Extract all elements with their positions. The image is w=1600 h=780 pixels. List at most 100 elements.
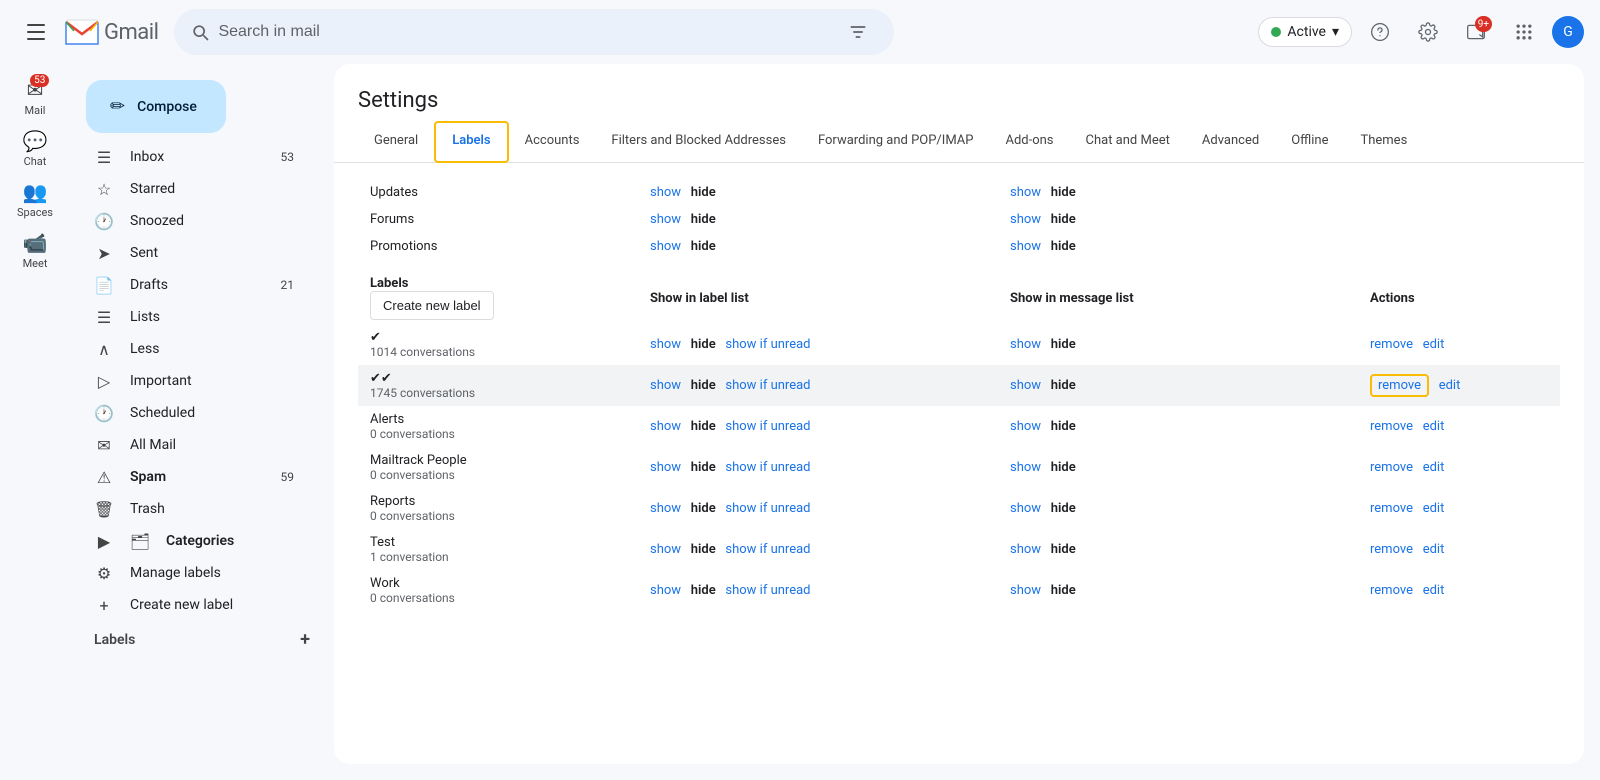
- check2-show-link[interactable]: show: [650, 378, 681, 393]
- sidebar-item-meet[interactable]: 📹 Meet: [0, 225, 70, 276]
- settings-button[interactable]: [1408, 12, 1448, 52]
- test-showifunread-link[interactable]: show if unread: [725, 542, 810, 557]
- check1-msg-hide-link[interactable]: hide: [1051, 337, 1076, 352]
- tab-forwarding[interactable]: Forwarding and POP/IMAP: [802, 121, 990, 163]
- sidebar-item-spam[interactable]: ⚠ Spam 59: [70, 461, 310, 493]
- sidebar-item-trash[interactable]: 🗑 Trash: [70, 493, 310, 525]
- test-edit-link[interactable]: edit: [1423, 542, 1445, 557]
- updates-hide-msg-link[interactable]: hide: [1051, 185, 1076, 200]
- sidebar-item-spaces[interactable]: 👥 Spaces: [0, 174, 70, 225]
- tab-filters[interactable]: Filters and Blocked Addresses: [595, 121, 802, 163]
- compose-button[interactable]: ✏ Compose: [86, 80, 226, 133]
- work-showifunread-link[interactable]: show if unread: [725, 583, 810, 598]
- forums-hide-label-link[interactable]: hide: [691, 212, 716, 227]
- work-show-link[interactable]: show: [650, 583, 681, 598]
- mailtrack-edit-link[interactable]: edit: [1423, 460, 1445, 475]
- test-show-link[interactable]: show: [650, 542, 681, 557]
- tab-themes[interactable]: Themes: [1344, 121, 1423, 163]
- test-hide-link[interactable]: hide: [691, 542, 716, 557]
- tab-offline[interactable]: Offline: [1275, 121, 1344, 163]
- mailtrack-msg-hide-link[interactable]: hide: [1051, 460, 1076, 475]
- tab-advanced[interactable]: Advanced: [1186, 121, 1275, 163]
- sidebar-item-create-label[interactable]: + Create new label: [70, 589, 310, 621]
- check2-showifunread-link[interactable]: show if unread: [725, 378, 810, 393]
- filter-options-button[interactable]: [838, 12, 878, 52]
- work-edit-link[interactable]: edit: [1423, 583, 1445, 598]
- work-hide-link[interactable]: hide: [691, 583, 716, 598]
- work-msg-show-link[interactable]: show: [1010, 583, 1041, 598]
- alerts-showifunread-link[interactable]: show if unread: [725, 419, 810, 434]
- sidebar-item-scheduled[interactable]: 🕐 Scheduled: [70, 397, 310, 429]
- alerts-msg-hide-link[interactable]: hide: [1051, 419, 1076, 434]
- check1-remove-link[interactable]: remove: [1370, 337, 1413, 352]
- reports-remove-link[interactable]: remove: [1370, 501, 1413, 516]
- updates-show-msg-link[interactable]: show: [1010, 185, 1041, 200]
- promotions-show-label-link[interactable]: show: [650, 239, 681, 254]
- check2-msg-hide-link[interactable]: hide: [1051, 378, 1076, 393]
- reports-showifunread-link[interactable]: show if unread: [725, 501, 810, 516]
- menu-button[interactable]: [16, 12, 56, 52]
- sidebar-item-inbox[interactable]: ☰ Inbox 53: [70, 141, 310, 173]
- tab-addons[interactable]: Add-ons: [989, 121, 1069, 163]
- forums-hide-msg-link[interactable]: hide: [1051, 212, 1076, 227]
- mailtrack-showifunread-link[interactable]: show if unread: [725, 460, 810, 475]
- test-msg-hide-link[interactable]: hide: [1051, 542, 1076, 557]
- mailtrack-remove-link[interactable]: remove: [1370, 460, 1413, 475]
- sidebar-item-drafts[interactable]: 📄 Drafts 21: [70, 269, 310, 301]
- reports-hide-link[interactable]: hide: [691, 501, 716, 516]
- reports-msg-show-link[interactable]: show: [1010, 501, 1041, 516]
- sidebar-item-manage-labels[interactable]: ⚙ Manage labels: [70, 557, 310, 589]
- updates-hide-label-link[interactable]: hide: [691, 185, 716, 200]
- help-button[interactable]: [1360, 12, 1400, 52]
- create-new-label-button[interactable]: Create new label: [370, 291, 494, 320]
- waffle-menu-button[interactable]: [1504, 12, 1544, 52]
- tab-general[interactable]: General: [358, 121, 434, 163]
- check2-edit-link[interactable]: edit: [1439, 378, 1461, 393]
- search-input[interactable]: [218, 23, 830, 41]
- work-msg-hide-link[interactable]: hide: [1051, 583, 1076, 598]
- tab-labels[interactable]: Labels: [434, 121, 508, 163]
- check2-msg-show-link[interactable]: show: [1010, 378, 1041, 393]
- sidebar-item-less[interactable]: ∧ Less: [70, 333, 310, 365]
- forums-show-msg-link[interactable]: show: [1010, 212, 1041, 227]
- reports-show-link[interactable]: show: [650, 501, 681, 516]
- active-status-button[interactable]: Active ▾: [1258, 17, 1352, 47]
- check1-show-link[interactable]: show: [650, 337, 681, 352]
- check1-edit-link[interactable]: edit: [1423, 337, 1445, 352]
- alerts-edit-link[interactable]: edit: [1423, 419, 1445, 434]
- sidebar-item-chat[interactable]: 💬 Chat: [0, 123, 70, 174]
- sidebar-item-starred[interactable]: ☆ Starred: [70, 173, 310, 205]
- alerts-msg-show-link[interactable]: show: [1010, 419, 1041, 434]
- tab-chat-meet[interactable]: Chat and Meet: [1070, 121, 1186, 163]
- test-remove-link[interactable]: remove: [1370, 542, 1413, 557]
- sidebar-item-sent[interactable]: ➤ Sent: [70, 237, 310, 269]
- google-apps-button[interactable]: 9+: [1456, 12, 1496, 52]
- sidebar-item-important[interactable]: ▷ Important: [70, 365, 310, 397]
- promotions-hide-msg-link[interactable]: hide: [1051, 239, 1076, 254]
- labels-add-icon[interactable]: +: [300, 629, 310, 650]
- alerts-hide-link[interactable]: hide: [691, 419, 716, 434]
- promotions-hide-label-link[interactable]: hide: [691, 239, 716, 254]
- check1-showifunread-link[interactable]: show if unread: [725, 337, 810, 352]
- alerts-show-link[interactable]: show: [650, 419, 681, 434]
- alerts-remove-link[interactable]: remove: [1370, 419, 1413, 434]
- sidebar-item-all-mail[interactable]: ✉ All Mail: [70, 429, 310, 461]
- work-remove-link[interactable]: remove: [1370, 583, 1413, 598]
- sidebar-item-categories[interactable]: ▶ 🗂 Categories: [70, 525, 310, 557]
- updates-show-label-link[interactable]: show: [650, 185, 681, 200]
- search-bar[interactable]: [174, 9, 894, 55]
- sidebar-item-lists[interactable]: ☰ Lists: [70, 301, 310, 333]
- test-msg-show-link[interactable]: show: [1010, 542, 1041, 557]
- reports-msg-hide-link[interactable]: hide: [1051, 501, 1076, 516]
- mailtrack-show-link[interactable]: show: [650, 460, 681, 475]
- tab-accounts[interactable]: Accounts: [509, 121, 596, 163]
- forums-show-label-link[interactable]: show: [650, 212, 681, 227]
- promotions-show-msg-link[interactable]: show: [1010, 239, 1041, 254]
- sidebar-item-snoozed[interactable]: 🕐 Snoozed: [70, 205, 310, 237]
- check2-hide-link[interactable]: hide: [691, 378, 716, 393]
- reports-edit-link[interactable]: edit: [1423, 501, 1445, 516]
- user-avatar[interactable]: G: [1552, 16, 1584, 48]
- sidebar-item-mail[interactable]: ✉ 53 Mail: [0, 72, 70, 123]
- mailtrack-msg-show-link[interactable]: show: [1010, 460, 1041, 475]
- check1-msg-show-link[interactable]: show: [1010, 337, 1041, 352]
